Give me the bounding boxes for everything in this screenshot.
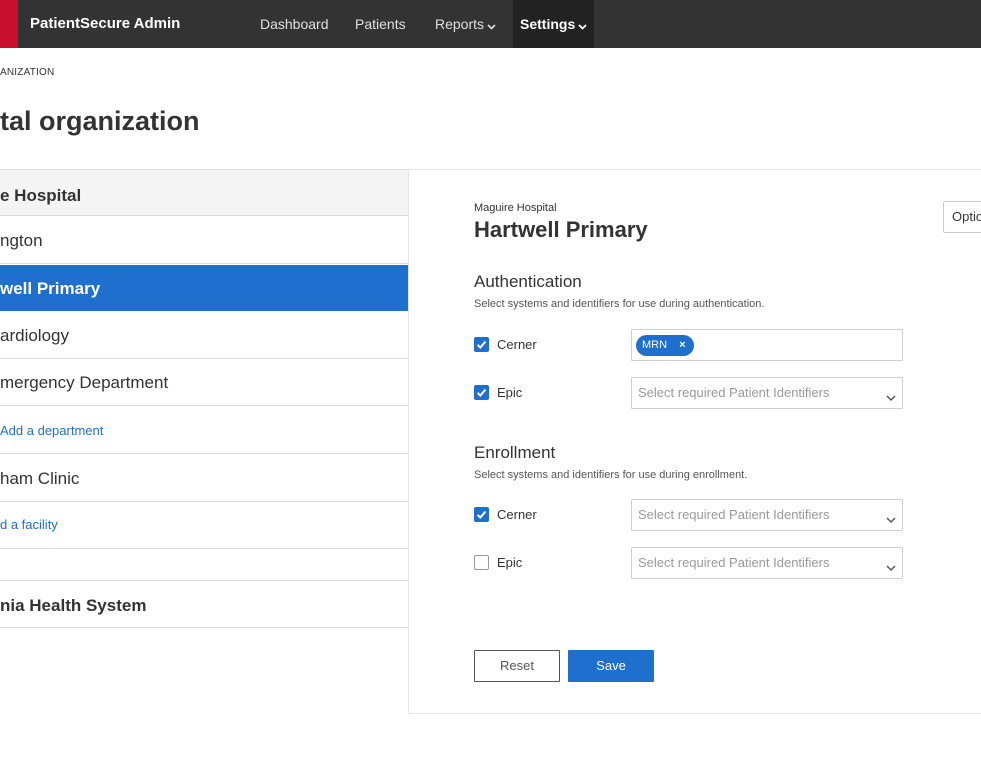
page-title: tal organization	[0, 106, 200, 136]
nav-dashboard-label: Dashboard	[260, 16, 329, 32]
enroll-section-desc: Select systems and identifiers for use d…	[474, 469, 748, 481]
check-icon	[476, 388, 487, 397]
auth-epic-label: Epic	[497, 385, 523, 400]
chevron-down-icon	[886, 389, 896, 407]
auth-section-title: Authentication	[474, 272, 582, 291]
tree-item-label: ardiology	[0, 326, 69, 345]
enroll-epic-identifiers[interactable]: Select required Patient Identifiers	[631, 547, 903, 579]
tree-spacer	[0, 549, 409, 581]
tree-item-hospital[interactable]: e Hospital	[0, 169, 409, 216]
nav-patients-label: Patients	[355, 16, 406, 32]
tree-item-label: mergency Department	[0, 373, 169, 392]
select-placeholder: Select required Patient Identifiers	[638, 507, 830, 522]
breadcrumb[interactable]: ANIZATION	[0, 67, 54, 78]
tree-item-department[interactable]: mergency Department	[0, 359, 409, 406]
tree-item-hospital[interactable]: nia Health System	[0, 581, 409, 628]
tree-item-facility[interactable]: ngton	[0, 216, 409, 264]
tree-item-label: ham Clinic	[0, 469, 80, 488]
nav-settings[interactable]: Settings	[513, 0, 595, 49]
add-department-link[interactable]: Add a department	[0, 406, 409, 454]
add-department-label: Add a department	[0, 423, 104, 438]
auth-cerner-identifiers[interactable]: MRN ×	[631, 329, 903, 361]
remove-tag-icon[interactable]: ×	[679, 339, 685, 351]
check-icon	[476, 340, 487, 349]
enroll-epic-checkbox[interactable]	[474, 555, 489, 570]
enroll-cerner-checkbox[interactable]	[474, 507, 489, 522]
auth-cerner-label: Cerner	[497, 337, 537, 352]
enroll-cerner-identifiers[interactable]: Select required Patient Identifiers	[631, 499, 903, 531]
select-placeholder: Select required Patient Identifiers	[638, 385, 830, 400]
enroll-section-title: Enrollment	[474, 443, 556, 462]
facility-title: Hartwell Primary	[474, 217, 648, 242]
auth-cerner-checkbox[interactable]	[474, 337, 489, 352]
nav-patients[interactable]: Patients	[355, 0, 406, 48]
tree-item-label: nia Health System	[0, 596, 147, 615]
tree-item-selected-facility[interactable]: well Primary	[0, 265, 431, 311]
auth-epic-checkbox[interactable]	[474, 385, 489, 400]
detail-panel	[408, 169, 981, 714]
tree-item-facility[interactable]: ham Clinic	[0, 454, 409, 502]
nav-settings-label: Settings	[520, 16, 576, 32]
top-nav: PatientSecure Admin Dashboard Patients R…	[0, 0, 981, 48]
auth-section-desc: Select systems and identifiers for use d…	[474, 298, 765, 310]
identifier-tag-label: MRN	[642, 339, 668, 351]
nav-dashboard[interactable]: Dashboard	[260, 0, 329, 48]
tree-item-department[interactable]: ardiology	[0, 311, 409, 359]
add-facility-link[interactable]: d a facility	[0, 502, 409, 549]
identifier-tag: MRN ×	[636, 335, 694, 356]
nav-reports-label: Reports	[435, 16, 485, 32]
auth-epic-identifiers[interactable]: Select required Patient Identifiers	[631, 377, 903, 409]
enroll-cerner-label: Cerner	[497, 507, 537, 522]
tree-item-label: e Hospital	[0, 186, 82, 205]
brand-stripe	[0, 0, 18, 48]
add-facility-label: d a facility	[0, 517, 58, 532]
check-icon	[476, 510, 487, 519]
chevron-down-icon	[578, 1, 587, 49]
options-button[interactable]: Optio	[943, 201, 981, 233]
tree-item-label: well Primary	[0, 279, 101, 298]
tree-item-label: ngton	[0, 231, 43, 250]
brand-title[interactable]: PatientSecure Admin	[30, 0, 180, 48]
save-button[interactable]: Save	[568, 650, 654, 682]
enroll-epic-label: Epic	[497, 555, 523, 570]
nav-reports[interactable]: Reports	[435, 0, 496, 48]
chevron-down-icon	[886, 511, 896, 529]
chevron-down-icon	[886, 559, 896, 577]
parent-hospital-label: Maguire Hospital	[474, 202, 557, 214]
chevron-down-icon	[487, 1, 496, 49]
select-placeholder: Select required Patient Identifiers	[638, 555, 830, 570]
reset-button[interactable]: Reset	[474, 650, 560, 682]
